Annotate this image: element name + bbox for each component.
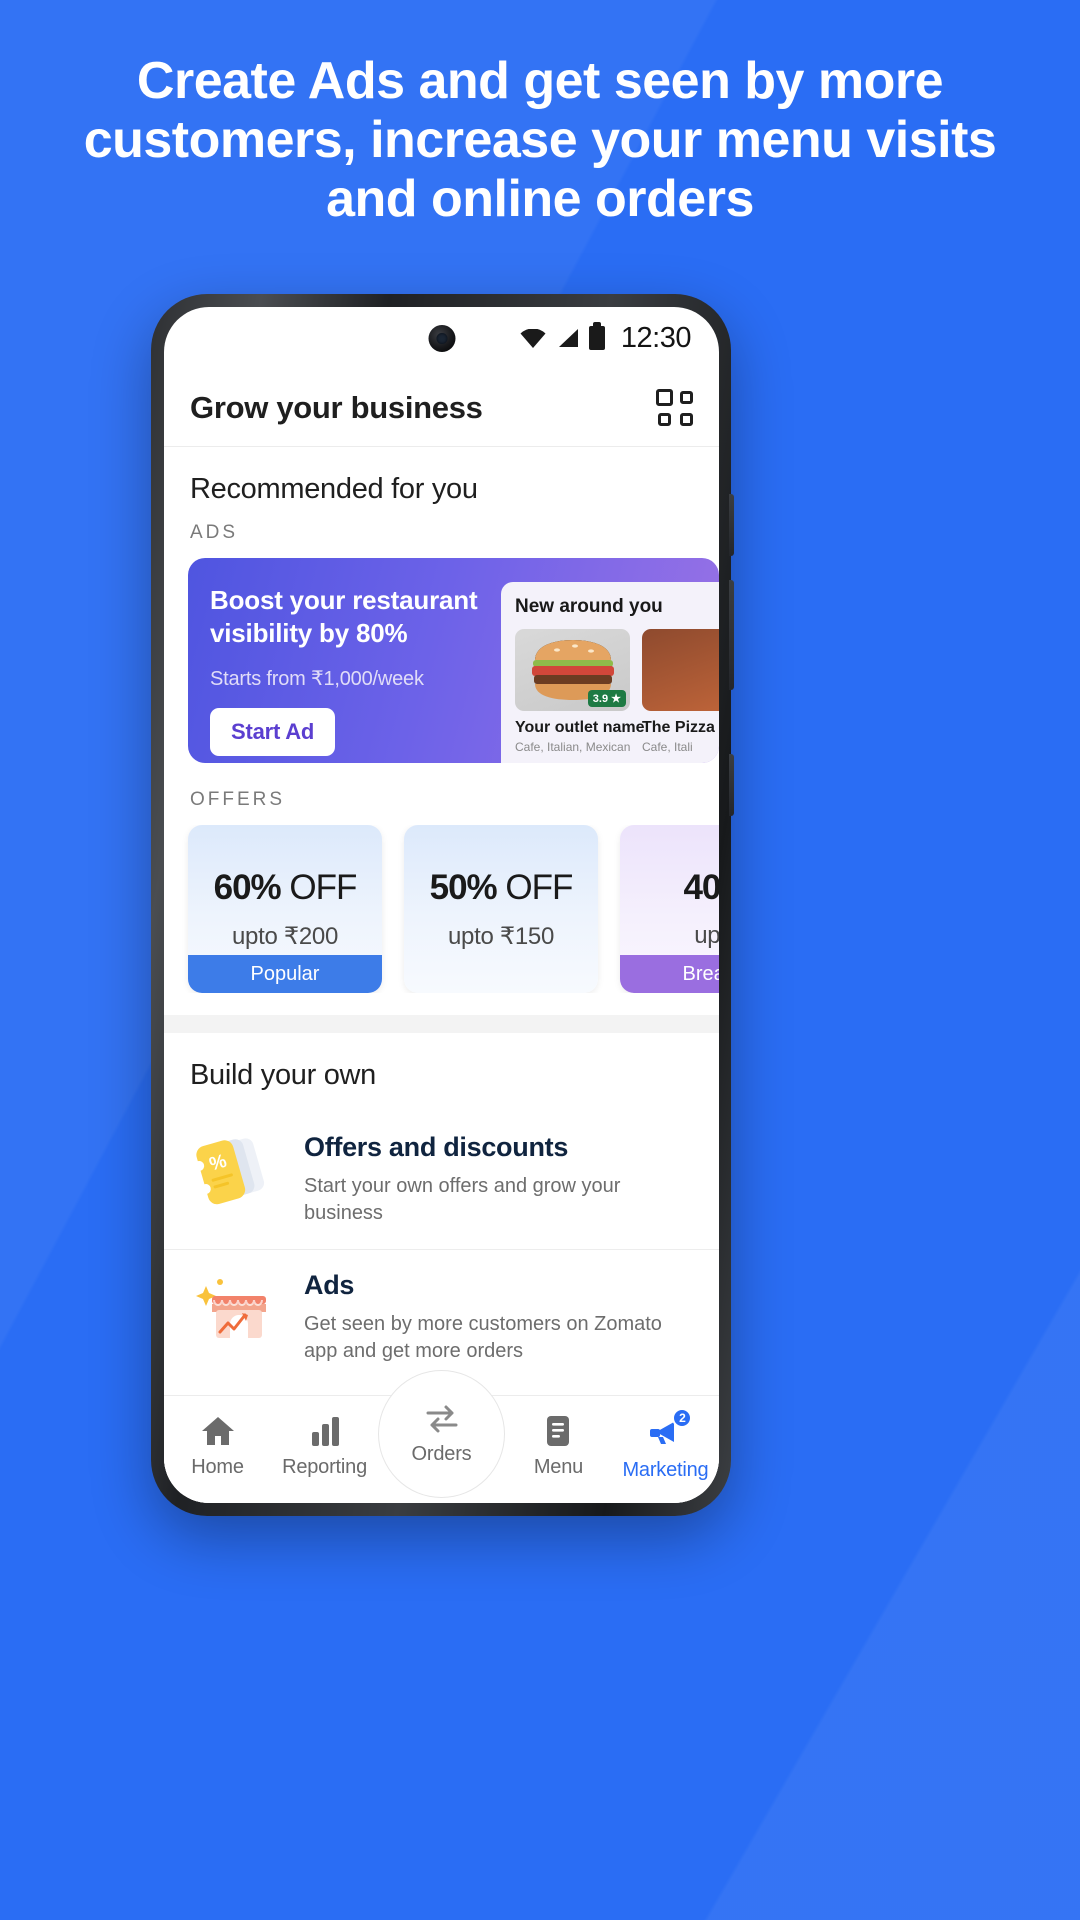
build-item-text: Offers and discounts Start your own offe… (304, 1128, 693, 1227)
offer-percent-value: 60% (213, 867, 282, 907)
ads-card-content: Boost your restaurant visibility by 80% … (188, 558, 518, 763)
rating-badge: 3.9 ★ (587, 690, 626, 707)
preview-item-cuisine: Cafe, Italian, Mexican (515, 740, 631, 754)
grid-icon[interactable] (656, 389, 693, 426)
build-your-own-section: Build your own % Offers and discounts St… (164, 1033, 719, 1401)
offer-card[interactable]: 40% upto Breakfa (620, 825, 719, 993)
nav-label: Home (191, 1456, 244, 1478)
promo-headline: Create Ads and get seen by more customer… (83, 52, 997, 228)
nav-item-menu[interactable]: Menu (505, 1414, 612, 1479)
battery-icon (588, 322, 605, 350)
offers-rail[interactable]: 60% OFF upto ₹200 Popular 50% OFF upto ₹… (164, 825, 719, 993)
offer-badge: Breakfa (620, 955, 719, 993)
preview-heading: New around you (515, 596, 663, 617)
status-bar: 12:30 (164, 307, 719, 369)
page-title: Grow your business (190, 389, 483, 425)
nav-label: Menu (533, 1456, 584, 1478)
build-item-text: Ads Get seen by more customers on Zomato… (304, 1266, 693, 1365)
offer-percent: 50% OFF (429, 867, 574, 908)
phone-volume-button (729, 494, 734, 556)
offer-upto: upto ₹150 (448, 922, 554, 950)
build-item-description: Start your own offers and grow your busi… (304, 1175, 621, 1224)
offers-label: OFFERS (190, 789, 286, 810)
list-icon (547, 1416, 570, 1446)
front-camera-icon (428, 325, 455, 352)
recommended-title: Recommended for you (190, 473, 478, 505)
offer-percent-value: 40% (683, 868, 719, 907)
ads-preview-card: New around you 3.9 ★ Your outlet name Ca… (501, 582, 719, 763)
nav-item-orders[interactable]: Orders (378, 1369, 505, 1498)
signal-icon (558, 329, 578, 347)
preview-list: 3.9 ★ Your outlet name Cafe, Italian, Me… (515, 629, 719, 754)
transfer-arrows-icon (426, 1405, 457, 1433)
build-item-title: Ads (304, 1270, 355, 1300)
nav-label: Orders (411, 1443, 472, 1465)
build-item-description: Get seen by more customers on Zomato app… (304, 1313, 662, 1362)
build-item-title: Offers and discounts (304, 1132, 569, 1162)
preview-item-cuisine: Cafe, Itali (642, 740, 693, 754)
offers-tag-icon: % (190, 1128, 282, 1214)
preview-item-name: The Pizza (642, 719, 715, 736)
phone-screen: 12:30 Grow your business Recommended for… (164, 307, 719, 1503)
status-clock: 12:30 (620, 321, 692, 354)
phone-mockup: 12:30 Grow your business Recommended for… (151, 294, 734, 1516)
nav-label: Marketing (622, 1458, 709, 1481)
phone-power-button (729, 580, 734, 690)
offer-card[interactable]: 50% OFF upto ₹150 (404, 825, 598, 993)
ads-card-subtext: Starts from ₹1,000/week (210, 667, 424, 690)
offer-off-label: OFF (289, 867, 357, 907)
home-icon (201, 1417, 234, 1445)
ads-storefront-icon (190, 1266, 282, 1352)
wifi-icon (520, 328, 546, 348)
start-ad-button[interactable]: Start Ad (210, 707, 336, 756)
offer-badge: Popular (188, 955, 382, 993)
build-item-ads[interactable]: Ads Get seen by more customers on Zomato… (164, 1249, 719, 1387)
ads-label: ADS (190, 522, 239, 543)
nav-item-reporting[interactable]: Reporting (271, 1414, 378, 1479)
offer-percent: 40% (683, 868, 719, 908)
phone-extra-button (729, 754, 734, 816)
build-section-title: Build your own (190, 1059, 377, 1091)
pizza-image (642, 629, 719, 711)
preview-item-name: Your outlet name (515, 719, 645, 736)
offer-percent: 60% OFF (213, 867, 358, 908)
nav-item-home[interactable]: Home (164, 1414, 271, 1479)
nav-label: Reporting (282, 1456, 367, 1478)
recommended-section: Recommended for you ADS Boost your resta… (164, 447, 719, 1015)
offer-card[interactable]: 60% OFF upto ₹200 Popular (188, 825, 382, 993)
bar-chart-icon (311, 1417, 339, 1446)
preview-item: The Pizza Cafe, Itali (642, 629, 719, 754)
status-bar-icons: 12:30 (520, 321, 692, 355)
build-item-offers[interactable]: % Offers and discounts Start your own of… (164, 1112, 719, 1249)
offer-off-label: OFF (505, 867, 573, 907)
app-header: Grow your business (164, 369, 719, 447)
burger-image: 3.9 ★ (515, 629, 630, 711)
nav-badge: 2 (672, 1407, 693, 1428)
ads-rail[interactable]: Boost your restaurant visibility by 80% … (164, 558, 719, 763)
offer-upto: upto (694, 922, 719, 949)
ads-promo-card[interactable]: Boost your restaurant visibility by 80% … (188, 558, 719, 763)
nav-item-marketing[interactable]: 2 Marketing (612, 1407, 719, 1482)
ads-card-heading: Boost your restaurant visibility by 80% (210, 585, 478, 648)
bottom-navigation: Home Reporting Orders Menu 2 Marketing (164, 1369, 719, 1503)
screen-content: Recommended for you ADS Boost your resta… (164, 447, 719, 1503)
offer-upto: upto ₹200 (232, 922, 338, 950)
offer-percent-value: 50% (429, 867, 498, 907)
preview-item: 3.9 ★ Your outlet name Cafe, Italian, Me… (515, 629, 645, 754)
